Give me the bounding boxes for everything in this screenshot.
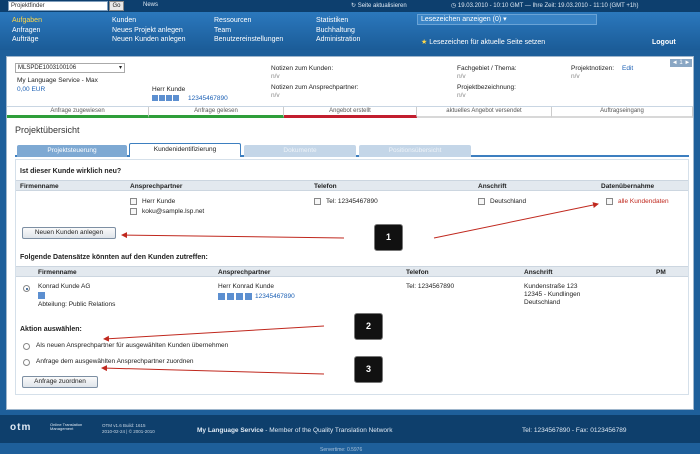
main-navigation: Aufgaben Anfragen Aufträge Kunden Neues … [0,12,700,50]
notes-contact-label: Notizen zum Ansprechpartner: [271,84,359,91]
nav-user-settings[interactable]: Benutzereinstellungen [214,35,283,45]
server-time: Servertime: 0.5976 [320,447,363,453]
company-name: My Language Service [197,427,264,434]
contact-name: Herr Kunde [152,86,186,93]
company-name: My Language Service - Max [17,77,98,84]
status-step: aktuelles Angebot versendet [417,107,552,118]
mail-icon[interactable] [166,95,172,102]
status-step: Auftragseingang [552,107,693,118]
project-info-header: MLSPDE1003100106 ▾ My Language Service - … [7,57,693,107]
workflow-status: Anfrage zugewiesen Anfrage gelesen Angeb… [7,107,693,118]
field-label: Fachgebiet / Thema: [457,65,517,72]
nav-administration[interactable]: Administration [316,35,360,45]
project-desc-label: Projektbezeichnung: [457,84,516,91]
news-link[interactable]: News [143,2,158,8]
project-notes-value: n/v [571,73,580,80]
refresh-link[interactable]: ↻ Seite aktualisieren [351,2,407,9]
nav-new-project[interactable]: Neues Projekt anlegen [112,26,186,36]
notes-customer-value: n/v [271,73,280,80]
tab-documents[interactable]: Dokumente [244,145,356,157]
callout-badge: 2 [354,313,383,340]
field-value: n/v [457,73,466,80]
project-desc-value: n/v [457,92,466,99]
nav-resources[interactable]: Ressourcen [214,16,283,26]
tab-bar: Projektsteuerung Kundenidentifizierung D… [15,143,689,157]
company-tagline: - Member of the Quality Translation Netw… [263,427,393,434]
clock: ◷ 19.03.2010 - 10:10 GMT — Ihre Zeit: 19… [451,2,639,9]
notes-customer-label: Notizen zum Kunden: [271,65,334,72]
nav-team[interactable]: Team [214,26,283,36]
contact-icons [152,95,180,102]
refresh-label: Seite aktualisieren [357,3,407,9]
chevron-down-icon: ▾ [118,65,122,71]
page-title: Projektübersicht [15,125,80,135]
pager[interactable]: ◄ 1 ► [670,59,692,67]
callout-badge: 3 [354,356,383,383]
arrow-line [101,365,325,375]
go-button[interactable]: Go [109,1,124,11]
set-bookmark-link[interactable]: ★ Lesezeichen für aktuelle Seite setzen [421,38,545,46]
set-bookmark-label: Lesezeichen für aktuelle Seite setzen [429,39,546,46]
logo-tagline: Online Translation Management [50,422,83,431]
nav-customers[interactable]: Kunden [112,16,186,26]
amount: 0,00 EUR [17,86,46,93]
status-step: Anfrage zugewiesen [7,107,149,118]
callout-badge: 1 [374,224,403,251]
project-notes-edit-link[interactable]: Edit [622,65,633,72]
star-icon: ★ [421,39,428,46]
status-step: Anfrage gelesen [149,107,284,118]
logout-link[interactable]: Logout [652,39,676,46]
footer-company: My Language Service - Member of the Qual… [197,427,392,434]
project-select-value: MLSPDE1003100106 [18,65,77,71]
tab-positions[interactable]: Positionsübersicht [359,145,471,157]
nav-new-customer[interactable]: Neuen Kunden anlegen [112,35,186,45]
annotation-arrows [101,202,599,375]
project-finder-input[interactable]: Projektfinder [8,1,108,11]
clock-text: 19.03.2010 - 10:10 GMT — Ihre Zeit: 19.0… [457,3,639,9]
info-icon[interactable] [152,95,158,102]
footer: otm Online Translation Management OTM v1.… [0,415,700,443]
bookmarks-dropdown[interactable]: Lesezeichen anzeigen (0) ▾ [417,14,597,25]
chevron-down-icon: ▾ [503,16,507,23]
nav-column-tasks: Aufgaben Anfragen Aufträge [12,16,42,45]
copyright-text: 2010-02-24 | © 2001-2010 [102,429,155,434]
tab-customer-identification[interactable]: Kundenidentifizierung [129,143,241,157]
otm-logo: otm Online Translation Management [10,422,82,433]
nav-column-statistics: Statistiken Buchhaltung Administration [316,16,360,45]
nav-tasks[interactable]: Aufgaben [12,16,42,26]
home-icon[interactable] [159,95,165,102]
contact-phone[interactable]: 12345467890 [188,95,228,102]
nav-column-resources: Ressourcen Team Benutzereinstellungen [214,16,283,45]
nav-accounting[interactable]: Buchhaltung [316,26,360,36]
tab-project-control[interactable]: Projektsteuerung [17,145,127,157]
clock-icon: ◷ [451,3,458,9]
project-notes-label: Projektnotizen: [571,65,614,72]
refresh-icon: ↻ [351,3,358,9]
nav-requests[interactable]: Anfragen [12,26,42,36]
notes-contact-value: n/v [271,92,280,99]
arrow-line [103,325,325,342]
nav-orders[interactable]: Aufträge [12,35,42,45]
logo-text: otm [10,422,32,433]
arrow-line [121,232,345,239]
customer-identification-content: Ist dieser Kunde wirklich neu? Firmennam… [15,159,689,395]
nav-statistics[interactable]: Statistiken [316,16,360,26]
nav-column-customers: Kunden Neues Projekt anlegen Neuen Kunde… [112,16,186,45]
arrow-line [433,202,599,239]
top-strip: Projektfinder Go News ↻ Seite aktualisie… [0,0,700,12]
version-info: OTM v1.6 Build: 1615 2010-02-24 | © 2001… [102,423,155,435]
project-select[interactable]: MLSPDE1003100106 ▾ [15,63,125,73]
footer-contact: Tel: 1234567890 - Fax: 0123456789 [522,427,627,434]
main-panel: MLSPDE1003100106 ▾ My Language Service - … [6,56,694,410]
status-step: Angebot erstellt [284,107,417,118]
bookmarks-dropdown-label: Lesezeichen anzeigen (0) [421,16,502,23]
phone-icon [173,95,179,102]
